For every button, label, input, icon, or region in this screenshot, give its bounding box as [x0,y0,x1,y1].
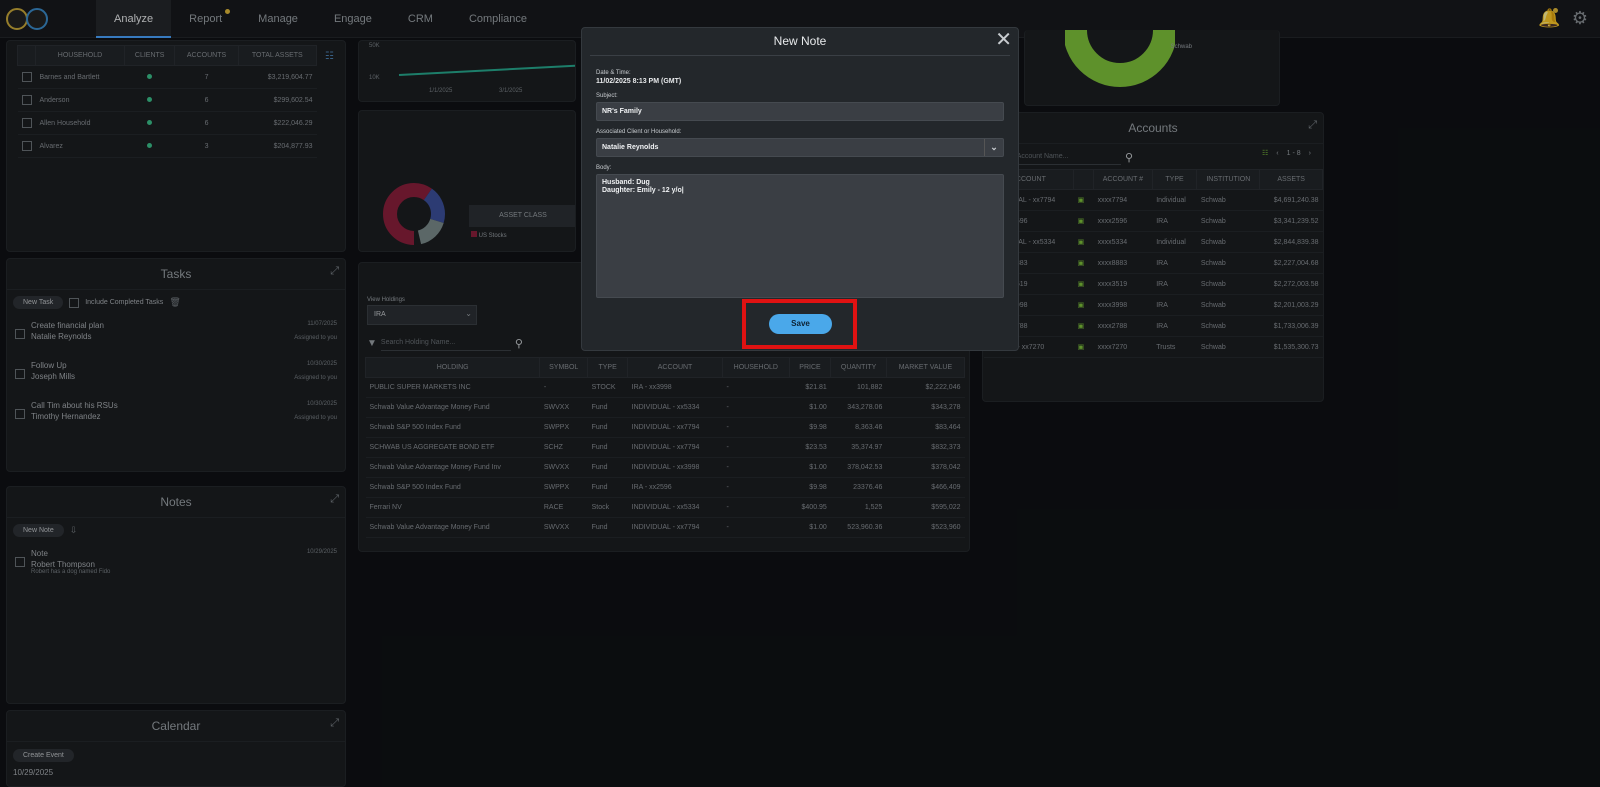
modal-title: New Note [590,28,1010,56]
subject-input[interactable]: NR's Family [596,102,1004,121]
associated-client-label: Associated Client or Household: [596,129,682,135]
date-time-value: 11/02/2025 8:13 PM (GMT) [596,78,682,85]
associated-client-value: Natalie Reynolds [602,144,659,151]
chevron-down-icon[interactable]: ⌄ [984,139,1003,156]
close-icon[interactable]: ✕ [995,30,1012,50]
subject-label: Subject: [596,93,618,99]
body-label: Body: [596,165,612,171]
save-button[interactable]: Save [769,314,832,334]
date-time-label: Date & Time: [596,70,631,76]
associated-client-select[interactable]: Natalie Reynolds ⌄ [596,138,1004,157]
body-textarea[interactable]: Husband: Dug Daughter: Emily - 12 y/o| [596,174,1004,298]
